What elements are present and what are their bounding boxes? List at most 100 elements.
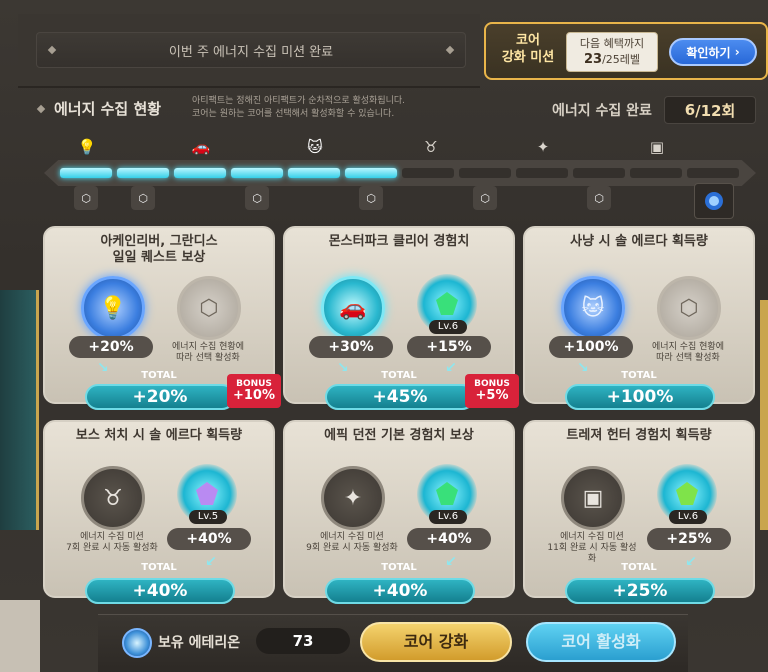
core-slot-empty-icon[interactable]: ⬡: [657, 276, 721, 340]
count-current: 6: [684, 101, 696, 119]
progress-segment: [402, 168, 454, 178]
left-frame-base: [0, 600, 40, 672]
progress-segment: [231, 168, 283, 178]
progress-segment: [687, 168, 739, 178]
note-line2: 따라 선택 활성화: [176, 353, 240, 363]
bonus-card-monster-park: 몬스터파크 클리어 경험치 🚗 +30% Lv.6 +15% ↘ ↙ TOTAL…: [283, 226, 519, 410]
progress-segment: [288, 168, 340, 178]
final-reward-gem-icon[interactable]: [694, 183, 734, 219]
bonus-card-treasure-hunter: 트레져 헌터 경험치 획득량 ▣ 에너지 수집 미션 11회 완료 시 자동 활…: [523, 420, 755, 604]
status-description: 아티팩트는 정해진 아티팩트가 순차적으로 활성화됩니다. 코어는 원하는 코어…: [192, 95, 492, 121]
note-line2: 9회 완료 시 자동 활성화: [306, 543, 398, 553]
car-icon[interactable]: 🚗: [321, 276, 385, 340]
core-crystal-icon: ⬡: [131, 186, 155, 210]
confirm-button[interactable]: 확인하기 ›: [669, 38, 757, 66]
status-desc-line2: 코어는 원하는 코어를 선택해서 활성화할 수 있습니다.: [192, 109, 395, 119]
progress-segment: [459, 168, 511, 178]
cat-mask-icon: 🐱: [307, 138, 323, 156]
eterion-value: 73: [256, 628, 350, 654]
compass-star-icon: ✦: [536, 138, 550, 156]
core-activate-button[interactable]: 코어 활성화: [526, 622, 676, 662]
bonus-card-sol-erda-hunt: 사냥 시 솔 에르다 획득량 🐱 +100% ⬡ 에너지 수집 현황에 따라 선…: [523, 226, 755, 410]
eterion-label: 보유 에테리온: [158, 635, 241, 651]
card-title: 몬스터파크 클리어 경험치: [328, 234, 470, 249]
core-level: Lv.6: [669, 510, 707, 524]
diamond-bullet-icon: [36, 104, 46, 114]
car-icon: 🚗: [191, 138, 211, 156]
artifact-note: 에너지 수집 미션 7회 완료 시 자동 활성화: [65, 532, 159, 554]
core-percent: +40%: [407, 528, 491, 550]
core-percent: +15%: [407, 336, 491, 358]
mission-complete-bar: 이번 주 에너지 수집 미션 완료: [36, 32, 466, 68]
total-value: +25%: [565, 578, 715, 604]
bull-icon[interactable]: ♉: [81, 466, 145, 530]
next-benefit-level: 다음 혜택까지 23/25레벨: [566, 32, 658, 72]
level-current: 23: [583, 52, 603, 67]
artifact-percent: +20%: [69, 336, 153, 358]
energy-collection-window: 이번 주 에너지 수집 미션 완료 코어 강화 미션 다음 혜택까지 23/25…: [0, 0, 768, 672]
note-line2: 7회 완료 시 자동 활성화: [66, 543, 158, 553]
chevron-right-icon: ›: [734, 45, 740, 59]
confirm-label: 확인하기: [686, 45, 731, 60]
status-title: 에너지 수집 현황: [54, 100, 162, 118]
core-title-line1: 코어: [516, 33, 540, 48]
bonus-card-epic-dungeon: 에픽 던전 기본 경험치 보상 ✦ 에너지 수집 미션 9회 완료 시 자동 활…: [283, 420, 515, 604]
chest-icon[interactable]: ▣: [561, 466, 625, 530]
artifact-percent: +100%: [549, 336, 633, 358]
progress-segment: [60, 168, 112, 178]
core-level: Lv.6: [429, 510, 467, 524]
note-line2: 따라 선택 활성화: [656, 353, 720, 363]
note-line1: 에너지 수집 미션: [320, 532, 384, 542]
diamond-ornament-icon: [445, 45, 455, 55]
artifact-percent: +30%: [309, 336, 393, 358]
lightbulb-icon: 💡: [77, 138, 97, 156]
lightbulb-icon[interactable]: 💡: [81, 276, 145, 340]
note-line1: 에너지 수집 현황에: [172, 342, 244, 352]
total-value: +100%: [565, 384, 715, 410]
core-crystal-icon: ⬡: [359, 186, 383, 210]
bonus-value: +10%: [232, 388, 275, 403]
note-line1: 에너지 수집 현황에: [652, 342, 724, 352]
eterion-icon: [122, 628, 152, 658]
total-label: TOTAL: [621, 562, 657, 573]
progress-segment: [117, 168, 169, 178]
cat-mask-icon[interactable]: 🐱: [561, 276, 625, 340]
total-label: TOTAL: [381, 562, 417, 573]
diamond-ornament-icon: [47, 45, 57, 55]
bull-icon: ♉: [424, 138, 438, 156]
progress-segment: [516, 168, 568, 178]
bonus-value: +5%: [475, 388, 509, 403]
card-title-line2: 일일 퀘스트 보상: [112, 250, 206, 265]
bonus-badge: BONUS +10%: [227, 374, 281, 408]
core-upgrade-button[interactable]: 코어 강화: [360, 622, 512, 662]
compass-star-icon[interactable]: ✦: [321, 466, 385, 530]
core-crystal-icon: ⬡: [245, 186, 269, 210]
core-title-line2: 강화 미션: [501, 50, 555, 65]
bonus-card-boss-sol-erda: 보스 처치 시 솔 에르다 획득량 ♉ 에너지 수집 미션 7회 완료 시 자동…: [43, 420, 275, 604]
level-total: /25: [602, 53, 620, 66]
left-frame-ornament: [0, 290, 39, 530]
artifact-note: 에너지 수집 미션 9회 완료 시 자동 활성화: [305, 532, 399, 554]
card-title: 에픽 던전 기본 경험치 보상: [324, 428, 474, 443]
progress-segment: [174, 168, 226, 178]
card-title: 보스 처치 시 솔 에르다 획득량: [75, 428, 243, 443]
total-value: +20%: [85, 384, 235, 410]
core-percent: +40%: [167, 528, 251, 550]
progress-segment: [573, 168, 625, 178]
core-note: 에너지 수집 현황에 따라 선택 활성화: [161, 342, 255, 364]
note-line1: 에너지 수집 미션: [560, 532, 624, 542]
collection-count: 6/12회: [664, 96, 756, 124]
core-crystal-icon: ⬡: [74, 186, 98, 210]
right-frame-ornament: [760, 300, 768, 530]
core-mission-title: 코어 강화 미션: [500, 32, 556, 66]
total-value: +45%: [325, 384, 475, 410]
core-crystal-icon: ⬡: [473, 186, 497, 210]
card-title: 사냥 시 솔 에르다 획득량: [570, 234, 708, 249]
card-title: 트레져 헌터 경험치 획득량: [566, 428, 712, 443]
core-percent: +25%: [647, 528, 731, 550]
card-title-line1: 아케인리버, 그란디스: [100, 234, 218, 249]
total-label: TOTAL: [141, 562, 177, 573]
status-desc-line1: 아티팩트는 정해진 아티팩트가 순차적으로 활성화됩니다.: [192, 96, 406, 106]
core-slot-empty-icon[interactable]: ⬡: [177, 276, 241, 340]
level-progress: 23/25레벨: [567, 52, 657, 68]
